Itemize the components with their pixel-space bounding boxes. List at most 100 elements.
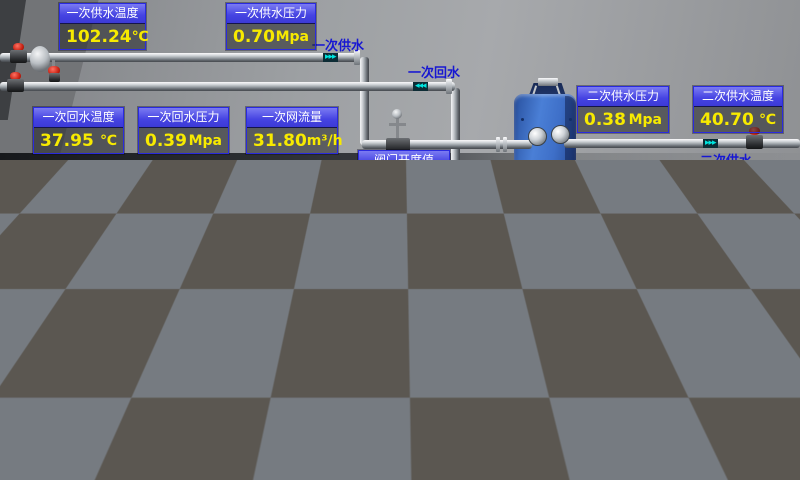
heat-exchanger-bolts (521, 118, 524, 121)
pipe-coupling (601, 384, 608, 399)
circulation-pump-casing (487, 243, 531, 265)
secondary-return-valve (776, 292, 792, 305)
primary-return-pipe (0, 82, 455, 91)
display-primary-return-temp: 一次回水温度 37.95℃ (33, 107, 124, 154)
pipe-end-flange (550, 325, 557, 339)
display-unit: Hz (344, 404, 364, 420)
display-title: 二次供水压力 (578, 87, 668, 107)
shutoff-valve (7, 79, 24, 92)
display-secondary-return-temp: 二次回水温度 36.63 ℃ (693, 245, 783, 292)
tank-manhole (29, 366, 79, 416)
pipe-union (503, 137, 507, 152)
display-title: 阀门开度值 (359, 151, 449, 171)
pump-indicator-window (444, 216, 452, 236)
display-title: 补水泵频率 (279, 379, 370, 399)
pump-motor-cap (244, 320, 270, 328)
heat-exchanger-side-shade (565, 96, 576, 214)
flow-arrows-left-icon: ◂◂◂ (519, 328, 534, 336)
circulation-pump-casing (430, 246, 474, 268)
flow-arrows-left-icon: ◂◂◂ (413, 82, 428, 91)
hx-port-bottom-left (528, 197, 547, 216)
display-unit: ℃ (100, 133, 117, 149)
tank-manhole (85, 362, 135, 412)
flow-arrows-right-icon: ▸▸▸ (323, 53, 338, 62)
heat-exchanger-nameplate (542, 162, 552, 166)
makeup-pump-casing (233, 418, 278, 441)
display-value: 40.70 (700, 110, 754, 130)
display-unit: % (429, 176, 443, 192)
display-title: 二次供水温度 (694, 87, 782, 107)
display-secondary-return-pressure: 二次回水压力 0.27Mpa (577, 245, 669, 292)
hx-port-top-left (528, 127, 547, 146)
tank-shadow (2, 436, 174, 462)
display-tank-level: 水箱液位高度 1.10 m³ (44, 300, 127, 347)
pump-indicator-window (501, 213, 509, 233)
display-value: 31.80 (253, 131, 307, 151)
display-value: 36.63 (700, 269, 754, 289)
flow-arrows-left-icon: ◂◂◂ (487, 296, 502, 305)
flow-arrows-right-icon: ▸▸▸ (703, 139, 718, 148)
pipe-label-makeup-water: 补水 (580, 399, 606, 418)
display-primary-supply-temp: 一次供水温度 102.24℃ (59, 3, 146, 50)
branch-valve (548, 314, 559, 324)
display-unit: m³/h (307, 133, 343, 149)
secondary-supply-valve (746, 135, 763, 149)
display-unit: m³ (99, 326, 120, 342)
pipe-coupling (612, 385, 617, 400)
display-unit: Mpa (276, 29, 309, 45)
display-value: 1.10 (51, 324, 93, 344)
equipment-pad (572, 178, 658, 196)
display-title: 一次网流量 (247, 108, 337, 128)
display-secondary-supply-pressure: 二次供水压力 0.38Mpa (577, 86, 669, 133)
tank-leg (56, 428, 65, 451)
display-title: 水箱液位高度 (45, 301, 126, 321)
control-valve-crossbar (389, 123, 406, 126)
pump-indicator-window (248, 391, 257, 411)
display-title: 二次回水温度 (694, 246, 782, 266)
hmi-screen: { "displays": [ {"id":"primary-supply-te… (0, 0, 800, 480)
pump-motor-cap (242, 380, 269, 388)
pipe-label-primary-supply: 一次供水 (312, 35, 364, 54)
pipe-flange (446, 79, 452, 94)
flow-arrows-right-icon: ▸▸▸ (574, 387, 589, 395)
display-primary-return-pressure: 一次回水压力 0.39Mpa (138, 107, 229, 154)
display-primary-supply-pressure: 一次供水压力 0.70Mpa (226, 3, 316, 50)
display-unit: Mpa (629, 271, 662, 287)
display-title: 一次回水压力 (139, 108, 228, 128)
display-secondary-supply-temp: 二次供水温度 40.70 ℃ (693, 86, 783, 133)
tank-leg (96, 426, 105, 449)
pipe-label-secondary-supply: 二次供水 (700, 150, 752, 169)
display-value: 33.88 (285, 402, 339, 422)
display-title: 一次供水压力 (227, 4, 315, 24)
display-unit: ℃ (759, 112, 776, 128)
secondary-return-pipe (470, 296, 800, 305)
display-title: 一次供水温度 (60, 4, 145, 24)
makeup-pump-casing (236, 355, 277, 376)
display-unit: ℃ (759, 271, 776, 287)
control-valve-stem (396, 117, 399, 140)
display-value: 0.38 (584, 110, 626, 130)
pipe-label-secondary-return: 二次回水 (710, 310, 762, 329)
pipe-union (496, 137, 500, 152)
pipe-label-primary-return: 一次回水 (408, 62, 460, 81)
hx-port-bottom-right (551, 197, 570, 216)
pump-motor-cap (438, 199, 466, 208)
tank-leg (16, 428, 25, 453)
display-unit: Mpa (189, 133, 222, 149)
tank-outlet-pipe (132, 328, 556, 336)
tank-inlet-hoop-pipe (141, 320, 181, 369)
control-valve-actuator (392, 109, 402, 119)
pipe-union (541, 293, 546, 308)
display-value: 102.24 (66, 27, 132, 47)
display-valve-opening: 阀门开度值 5.92% (358, 150, 450, 197)
display-primary-flow: 一次网流量 31.80m³/h (246, 107, 338, 154)
heat-exchanger-top-cap (538, 78, 558, 86)
primary-supply-drop-pipe (360, 57, 369, 145)
display-unit: ℃ (132, 29, 149, 45)
secondary-supply-pipe (564, 139, 800, 148)
tank-leg (136, 420, 145, 447)
pump-indicator-window (250, 331, 258, 350)
display-title: 二次回水压力 (578, 246, 668, 266)
air-chamber (30, 46, 50, 72)
shutoff-valve (10, 50, 27, 63)
